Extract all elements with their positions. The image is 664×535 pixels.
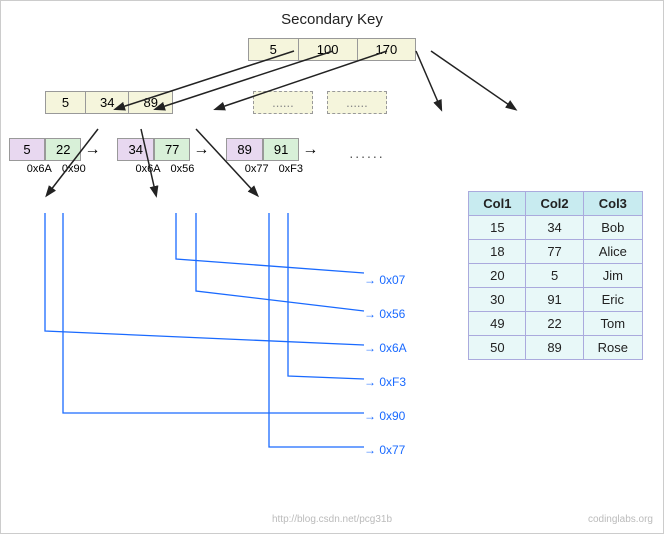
leaf3-val: 89	[226, 138, 262, 161]
ptr-label-0x07: → 0x07	[364, 273, 405, 287]
table-cell-4-0: 49	[469, 312, 526, 336]
col2-header: Col2	[526, 192, 583, 216]
table-cell-3-1: 91	[526, 288, 583, 312]
col3-header: Col3	[583, 192, 642, 216]
leaf2-val2: 77	[154, 138, 190, 161]
mid-cell-2: 89	[129, 92, 171, 113]
leaf1-val2: 22	[45, 138, 81, 161]
leaf1-addr1: 0x6A	[27, 163, 52, 175]
table-cell-2-0: 20	[469, 264, 526, 288]
table-cell-0-0: 15	[469, 216, 526, 240]
watermark-url: http://blog.csdn.net/pcg31b	[272, 514, 392, 525]
table-cell-2-2: Jim	[583, 264, 642, 288]
table-cell-5-1: 89	[526, 336, 583, 360]
leaf3-val2: 91	[263, 138, 299, 161]
dashed-box-1: ......	[327, 91, 387, 114]
table-cell-5-0: 50	[469, 336, 526, 360]
table-cell-2-1: 5	[526, 264, 583, 288]
leaf2-addr2: 0x56	[171, 163, 195, 175]
data-table: Col1 Col2 Col3 1534Bob 1877Alice 205Jim 309…	[468, 191, 643, 360]
page-title: Secondary Key	[1, 1, 663, 28]
sec-key-cell-0: 5	[249, 39, 299, 60]
middle-dots: ......	[349, 145, 384, 161]
mid-cell-1: 34	[86, 92, 129, 113]
secondary-key-box: 5 100 170	[248, 38, 416, 61]
leaf1-val: 5	[9, 138, 45, 161]
leaf1-addr2: 0x90	[62, 163, 86, 175]
leaf2-addr1: 0x6A	[135, 163, 160, 175]
ptr-label-0x56: → 0x56	[364, 307, 405, 321]
watermark-site: codinglabs.org	[588, 514, 653, 525]
table-cell-1-0: 18	[469, 240, 526, 264]
table-cell-4-1: 22	[526, 312, 583, 336]
table-cell-1-2: Alice	[583, 240, 642, 264]
ptr-label-0xF3: → 0xF3	[364, 375, 406, 389]
leaf3-addr1: 0x77	[245, 163, 269, 175]
col1-header: Col1	[469, 192, 526, 216]
sec-key-cell-2: 170	[358, 39, 416, 60]
leaf3-addr2: 0xF3	[279, 163, 303, 175]
table-cell-4-2: Tom	[583, 312, 642, 336]
table-cell-5-2: Rose	[583, 336, 642, 360]
ptr-label-0x77: → 0x77	[364, 443, 405, 457]
leaf2-val: 34	[117, 138, 153, 161]
table-cell-3-2: Eric	[583, 288, 642, 312]
ptr-label-0x90: → 0x90	[364, 409, 405, 423]
mid-key-box: 5 34 89	[45, 91, 173, 114]
mid-cell-0: 5	[46, 92, 86, 113]
table-cell-1-1: 77	[526, 240, 583, 264]
table-cell-0-1: 34	[526, 216, 583, 240]
table-cell-0-2: Bob	[583, 216, 642, 240]
sec-key-cell-1: 100	[299, 39, 358, 60]
table-cell-3-0: 30	[469, 288, 526, 312]
ptr-label-0x6A: → 0x6A	[364, 341, 407, 355]
dashed-box-0: ......	[253, 91, 313, 114]
